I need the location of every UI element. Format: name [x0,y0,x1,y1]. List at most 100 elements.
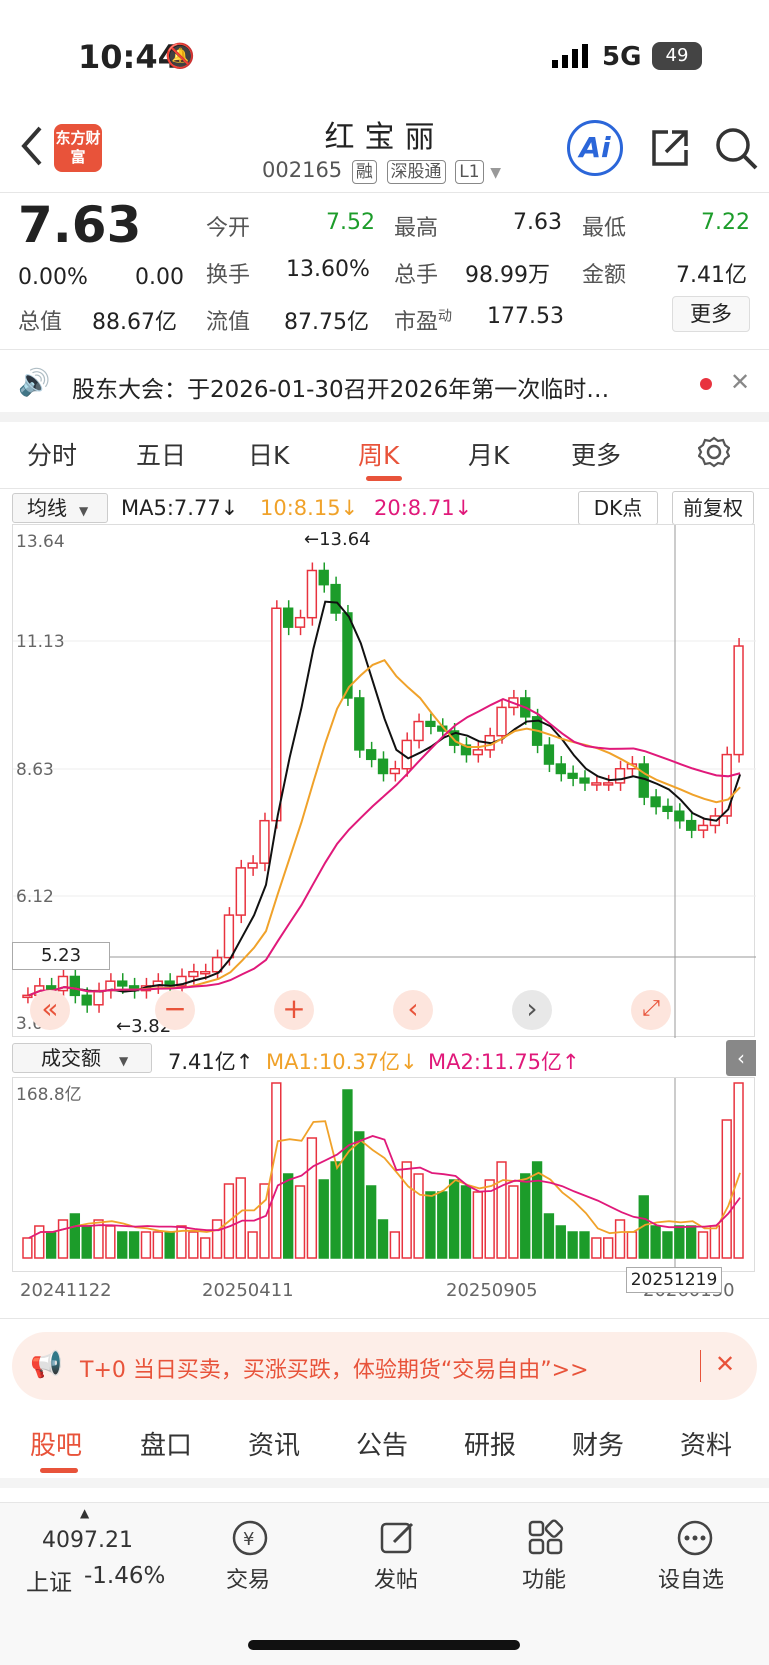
tab-finance[interactable]: 财务 [572,1425,624,1462]
tab-daily[interactable]: 日K [248,436,289,472]
last-price: 7.63 [18,196,142,254]
nav-watchlist[interactable]: 设自选 [658,1562,724,1594]
volume-y-max: 168.8亿 [16,1085,82,1105]
candle-body [603,782,614,786]
y-label-3: 8.63 [16,760,54,780]
tag-level: L1 [455,160,484,184]
candle-body [543,744,555,765]
ma-selector-label: 均线 [27,496,67,520]
function-icon[interactable] [526,1518,566,1558]
promo-text: T+0 当日买卖，买涨买跌，体验期货“交易自由”>> [80,1358,589,1383]
collapse-panel-button[interactable]: ‹ [726,1040,756,1076]
zoom-in-button[interactable]: + [274,990,314,1030]
volume-selector[interactable]: 成交额 ▼ [12,1043,152,1073]
candle-body [425,720,436,728]
index-change: -1.46% [84,1563,166,1589]
volume-bar [567,1231,578,1259]
volume-bar [140,1231,152,1259]
volume-bar [377,1219,389,1259]
tab-more[interactable]: 更多 [571,436,621,472]
change-pct: 0.00% [18,265,88,290]
x-date-2: 20250411 [202,1280,294,1301]
candle-body [223,914,235,959]
settings-icon[interactable] [697,436,731,472]
tab-5day[interactable]: 五日 [136,436,186,472]
volume-bar [283,1173,294,1259]
candle-body [306,569,318,619]
tab-research[interactable]: 研报 [464,1425,516,1462]
volume-bar [354,1131,365,1259]
signal-icon [552,44,592,68]
volume-bar [508,1185,519,1259]
fullscreen-button[interactable]: ⤢ [631,990,671,1030]
x-date-1: 20241122 [20,1280,112,1301]
volume-label: 总手 [394,263,439,288]
tab-monthly[interactable]: 月K [468,436,509,472]
candle-body [200,970,211,975]
more-button[interactable]: 更多 [672,296,750,332]
close-notice-icon[interactable]: ✕ [730,368,750,396]
mktcap-label: 总值 [18,310,63,335]
candle-body [354,697,365,751]
prev-button[interactable]: ‹ [393,990,433,1030]
tab-announce[interactable]: 公告 [356,1425,408,1462]
zoom-out-button[interactable]: − [155,990,195,1030]
close-promo-icon[interactable]: ✕ [715,1350,735,1378]
kline-chart[interactable] [12,524,756,1038]
volume-ma1-legend: MA1:10.37亿↓ [266,1050,418,1074]
notice-dot [700,378,712,390]
tab-news[interactable]: 资讯 [248,1425,300,1462]
tab-forum[interactable]: 股吧 [30,1425,82,1462]
volume-bar [674,1225,685,1259]
volume-bar [733,1082,744,1259]
post-icon[interactable] [378,1518,418,1558]
index-name: 上证 [26,1570,72,1596]
bottom-tab-indicator [40,1468,78,1473]
volume-bar [531,1161,543,1259]
volume-bar [603,1237,614,1259]
promo-banner[interactable]: 📢 T+0 当日买卖，买涨买跌，体验期货“交易自由”>> ✕ [12,1332,757,1400]
ai-button[interactable]: Ai [567,120,623,176]
scroll-left-button[interactable]: « [30,990,70,1030]
stock-code-row[interactable]: 002165 融 深股通 L1 ▼ [262,158,501,184]
volume-bar [235,1177,246,1259]
watchlist-icon[interactable] [673,1518,717,1558]
volume-bar [460,1185,472,1259]
tab-intraday[interactable]: 分时 [27,436,77,472]
mktcap-value: 88.67亿 [92,310,177,335]
index-value[interactable]: 4097.21 [42,1528,133,1553]
y-label-max: 13.64 [16,532,65,552]
volume-bar [685,1225,697,1259]
share-icon[interactable] [648,126,692,174]
nav-function[interactable]: 功能 [522,1562,566,1594]
notice-text[interactable]: 股东大会：于2026-01-30召开2026年第一次临时… [72,370,672,404]
volume-bar [45,1231,57,1259]
adjust-button[interactable]: 前复权 [672,491,754,525]
volume-bar [271,1082,282,1259]
svg-text:¥: ¥ [243,1529,254,1550]
tab-orderbook[interactable]: 盘口 [140,1425,192,1462]
stock-code: 002165 [262,158,343,182]
tab-profile[interactable]: 资料 [680,1425,732,1462]
volume-bar [555,1225,566,1259]
next-button[interactable]: › [512,990,552,1030]
volume-chart[interactable] [12,1077,755,1273]
turnover-label: 换手 [206,263,251,288]
search-icon[interactable] [714,126,760,176]
ma10-line [28,658,741,997]
volume-bar [330,1161,341,1259]
turnover-value: 13.60% [286,257,370,282]
nav-post[interactable]: 发帖 [374,1562,418,1594]
low-value: 7.22 [701,210,750,235]
ma10-legend: 10:8.15↓ [260,496,359,520]
trade-icon[interactable]: ¥ [228,1518,272,1558]
nav-trade[interactable]: 交易 [226,1562,270,1594]
dk-button[interactable]: DK点 [578,491,658,525]
pe-value: 177.53 [487,304,564,329]
tab-indicator [366,476,402,481]
high-value: 7.63 [513,210,562,235]
ma-selector[interactable]: 均线 ▼ [12,493,108,523]
open-label: 今开 [206,216,251,241]
tab-weekly[interactable]: 周K [358,436,399,472]
cursor-date: 20251219 [626,1267,722,1293]
